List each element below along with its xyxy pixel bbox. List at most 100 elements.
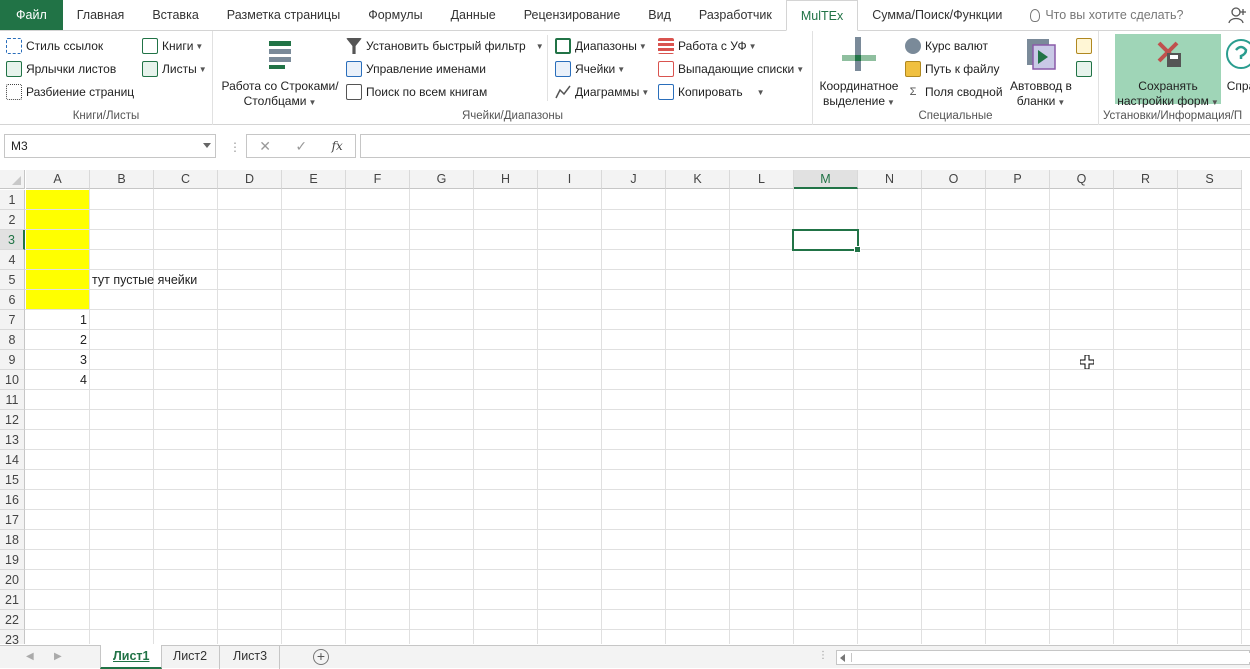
add-sheet-icon[interactable]: + bbox=[313, 649, 329, 665]
row-header-7[interactable]: 7 bbox=[0, 310, 25, 330]
row-header-11[interactable]: 11 bbox=[0, 390, 25, 410]
row-header-16[interactable]: 16 bbox=[0, 490, 25, 510]
row-header-21[interactable]: 21 bbox=[0, 590, 25, 610]
sheets-menu-button[interactable]: Листы ▼ bbox=[142, 61, 207, 77]
file-path-button[interactable]: Путь к файлу bbox=[905, 61, 1000, 77]
column-header-b[interactable]: B bbox=[90, 170, 154, 189]
row-header-2[interactable]: 2 bbox=[0, 210, 25, 230]
tab-developer[interactable]: Разработчик bbox=[685, 0, 786, 30]
horizontal-scrollbar[interactable] bbox=[836, 650, 1250, 665]
highlighted-cells-a1-a6[interactable] bbox=[26, 190, 89, 310]
column-header-c[interactable]: C bbox=[154, 170, 218, 189]
small-tool-button-2[interactable] bbox=[1076, 61, 1096, 77]
tab-review[interactable]: Рецензирование bbox=[510, 0, 635, 30]
row-header-5[interactable]: 5 bbox=[0, 270, 25, 290]
cell-b5[interactable]: тут пустые ячейки bbox=[92, 270, 197, 290]
sheet-tabs-button[interactable]: Ярлычки листов bbox=[6, 61, 116, 77]
autofill-forms-button[interactable]: Автоввод в бланки ▼ bbox=[1005, 37, 1077, 110]
column-header-s[interactable]: S bbox=[1178, 170, 1242, 189]
name-box-dropdown-icon[interactable] bbox=[203, 143, 211, 148]
row-header-22[interactable]: 22 bbox=[0, 610, 25, 630]
tab-file[interactable]: Файл bbox=[0, 0, 63, 30]
name-box[interactable]: M3 bbox=[4, 134, 216, 158]
row-header-4[interactable]: 4 bbox=[0, 250, 25, 270]
coordinate-selection-button[interactable]: Координатное выделение ▼ bbox=[817, 37, 901, 110]
conditional-format-button[interactable]: Работа с УФ ▼ bbox=[658, 38, 757, 54]
rows-columns-button[interactable]: Работа со Строками/ Столбцами ▼ bbox=[219, 37, 341, 110]
row-header-3[interactable]: 3 bbox=[0, 230, 25, 250]
active-cell-m3[interactable] bbox=[792, 229, 861, 253]
row-header-8[interactable]: 8 bbox=[0, 330, 25, 350]
column-header-l[interactable]: L bbox=[730, 170, 794, 189]
select-all-corner[interactable] bbox=[0, 170, 25, 189]
link-style-button[interactable]: Стиль ссылок bbox=[6, 38, 103, 54]
column-header-m[interactable]: M bbox=[794, 170, 858, 189]
row-header-17[interactable]: 17 bbox=[0, 510, 25, 530]
row-header-1[interactable]: 1 bbox=[0, 190, 25, 210]
column-header-e[interactable]: E bbox=[282, 170, 346, 189]
tab-formulas[interactable]: Формулы bbox=[354, 0, 436, 30]
sheet-tab-2[interactable]: Лист2 bbox=[161, 645, 221, 669]
pivot-fields-button[interactable]: Σ Поля сводной bbox=[905, 84, 1003, 100]
row-header-9[interactable]: 9 bbox=[0, 350, 25, 370]
exchange-rates-button[interactable]: Курс валют bbox=[905, 38, 988, 54]
user-icon[interactable] bbox=[1228, 6, 1246, 24]
column-header-n[interactable]: N bbox=[858, 170, 922, 189]
spreadsheet-grid[interactable]: A B C D E F G H I J K L M N O P Q R S 1 2 3 4 5 6 7 8 9 10 11 12 13 14 15… bbox=[0, 170, 1250, 644]
search-all-books-button[interactable]: Поиск по всем книгам bbox=[346, 84, 487, 100]
sheet-tab-1[interactable]: Лист1 bbox=[100, 645, 163, 669]
tab-sum-search-functions[interactable]: Сумма/Поиск/Функции bbox=[858, 0, 1016, 30]
cell-a7[interactable]: 1 bbox=[26, 310, 87, 330]
column-header-a[interactable]: A bbox=[26, 170, 90, 189]
name-manager-button[interactable]: Управление именами bbox=[346, 61, 486, 77]
page-break-button[interactable]: Разбиение страниц bbox=[6, 84, 134, 100]
column-header-f[interactable]: F bbox=[346, 170, 410, 189]
tab-insert[interactable]: Вставка bbox=[138, 0, 212, 30]
column-header-h[interactable]: H bbox=[474, 170, 538, 189]
row-header-19[interactable]: 19 bbox=[0, 550, 25, 570]
row-header-23[interactable]: 23 bbox=[0, 630, 25, 644]
tab-data[interactable]: Данные bbox=[437, 0, 510, 30]
column-header-k[interactable]: K bbox=[666, 170, 730, 189]
scrollbar-thumb[interactable] bbox=[851, 653, 1250, 662]
save-form-settings-button[interactable]: Сохранять настройки форм ▼ bbox=[1115, 34, 1221, 108]
row-header-20[interactable]: 20 bbox=[0, 570, 25, 590]
tab-multex[interactable]: MulTEx bbox=[785, 0, 859, 31]
formula-input[interactable] bbox=[360, 134, 1250, 158]
row-header-18[interactable]: 18 bbox=[0, 530, 25, 550]
tab-page-layout[interactable]: Разметка страницы bbox=[213, 0, 354, 30]
books-menu-button[interactable]: Книги ▼ bbox=[142, 38, 203, 54]
column-header-o[interactable]: O bbox=[922, 170, 986, 189]
sheet-tab-3[interactable]: Лист3 bbox=[221, 645, 281, 669]
formula-bar-grip-icon[interactable]: ⋮ bbox=[229, 140, 241, 154]
row-header-6[interactable]: 6 bbox=[0, 290, 25, 310]
copy-button[interactable]: Копировать ▼ bbox=[658, 84, 765, 100]
column-header-r[interactable]: R bbox=[1114, 170, 1178, 189]
column-header-i[interactable]: I bbox=[538, 170, 602, 189]
ranges-menu-button[interactable]: Диапазоны ▼ bbox=[555, 38, 647, 54]
help-button[interactable]: Спра bbox=[1221, 37, 1250, 94]
row-header-10[interactable]: 10 bbox=[0, 370, 25, 390]
cell-a9[interactable]: 3 bbox=[26, 350, 87, 370]
dropdown-lists-button[interactable]: Выпадающие списки ▼ bbox=[658, 61, 804, 77]
column-header-q[interactable]: Q bbox=[1050, 170, 1114, 189]
enter-icon[interactable]: ✓ bbox=[295, 138, 307, 155]
cell-a8[interactable]: 2 bbox=[26, 330, 87, 350]
row-header-15[interactable]: 15 bbox=[0, 470, 25, 490]
column-header-d[interactable]: D bbox=[218, 170, 282, 189]
column-header-p[interactable]: P bbox=[986, 170, 1050, 189]
row-header-12[interactable]: 12 bbox=[0, 410, 25, 430]
small-tool-button-1[interactable] bbox=[1076, 38, 1096, 54]
row-header-14[interactable]: 14 bbox=[0, 450, 25, 470]
insert-function-button[interactable]: fx bbox=[332, 139, 343, 153]
row-header-13[interactable]: 13 bbox=[0, 430, 25, 450]
column-header-j[interactable]: J bbox=[602, 170, 666, 189]
column-header-g[interactable]: G bbox=[410, 170, 474, 189]
tab-home[interactable]: Главная bbox=[63, 0, 139, 30]
next-sheet-icon[interactable]: ▶ bbox=[54, 651, 62, 662]
cell-a10[interactable]: 4 bbox=[26, 370, 87, 390]
cells-menu-button[interactable]: Ячейки ▼ bbox=[555, 61, 625, 77]
prev-sheet-icon[interactable]: ◀ bbox=[26, 651, 34, 662]
cancel-icon[interactable]: ✕ bbox=[259, 138, 271, 155]
split-grip-icon[interactable]: ⋮ bbox=[818, 650, 828, 661]
